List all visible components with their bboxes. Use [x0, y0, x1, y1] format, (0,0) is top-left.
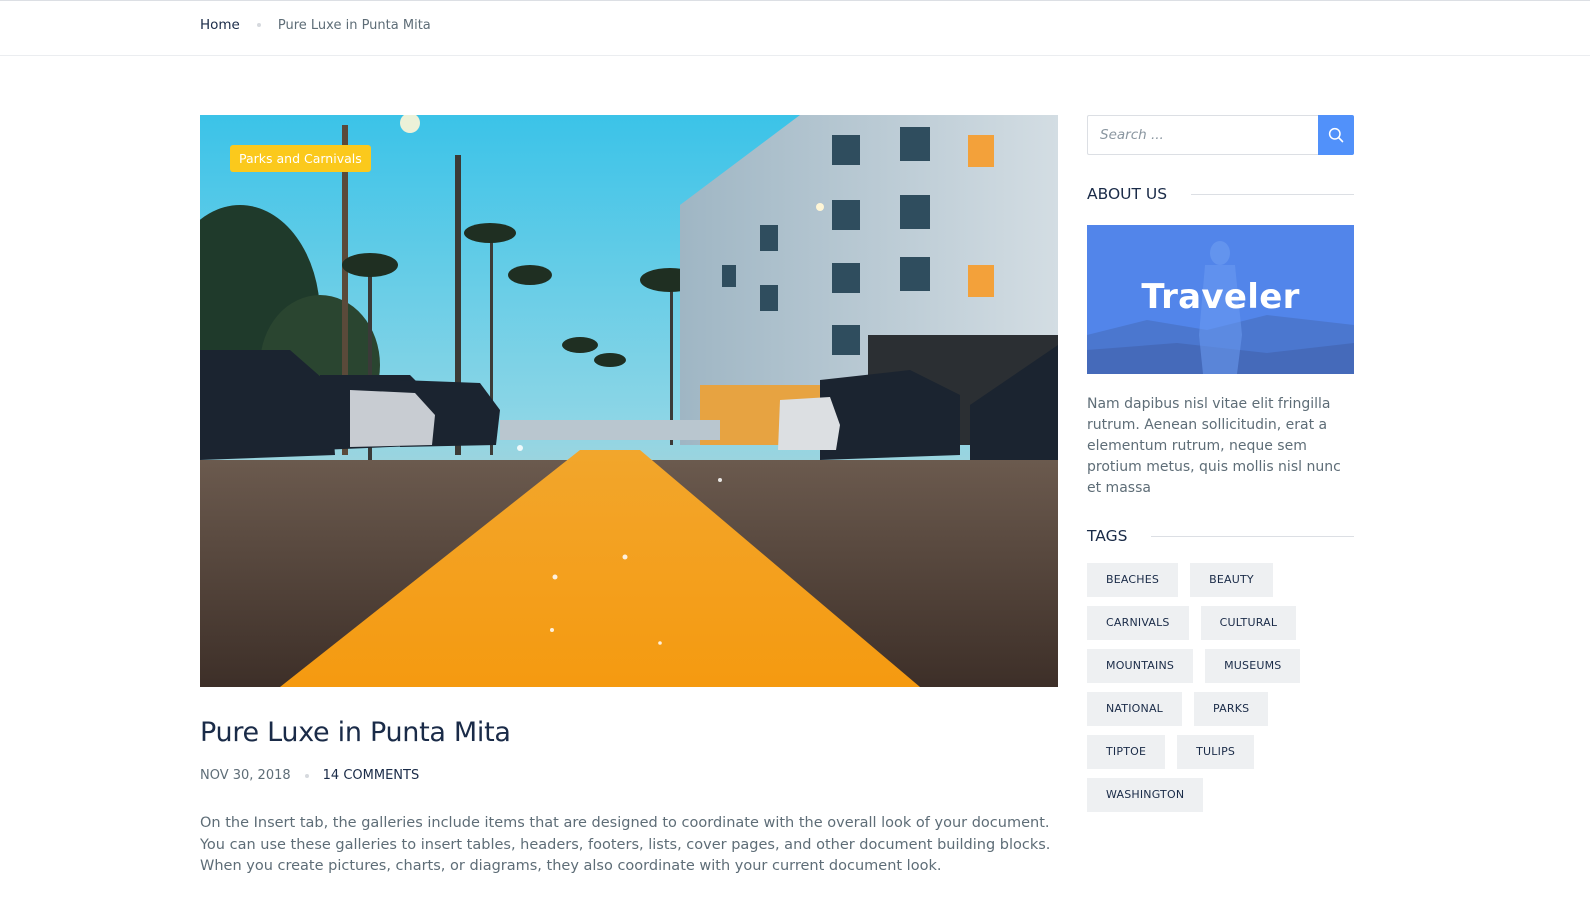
post-meta: NOV 30, 2018 14 COMMENTS — [200, 768, 1058, 783]
tags-heading: TAGS — [1087, 527, 1354, 545]
tag-parks[interactable]: PARKS — [1194, 692, 1269, 726]
tag-list: BEACHES BEAUTY CARNIVALS CULTURAL MOUNTA… — [1087, 563, 1354, 821]
sidebar: ABOUT US Traveler Nam dapibus nisl vitae… — [1087, 115, 1354, 821]
breadcrumb-current: Pure Luxe in Punta Mita — [277, 17, 431, 33]
breadcrumb-separator — [256, 23, 261, 27]
tag-washington[interactable]: WASHINGTON — [1087, 778, 1204, 812]
post-category-badge[interactable]: Parks and Carnivals — [230, 145, 371, 172]
search-icon — [1328, 127, 1344, 143]
about-us-title: ABOUT US — [1087, 185, 1168, 203]
post-column: Parks and Carnivals Pure Luxe in Punta M… — [200, 115, 1058, 878]
post-title: Pure Luxe in Punta Mita — [200, 717, 511, 748]
meta-separator — [304, 773, 309, 778]
street-photo — [200, 115, 1058, 687]
post-date: NOV 30, 2018 — [200, 768, 291, 783]
tag-cultural[interactable]: CULTURAL — [1200, 606, 1297, 640]
heading-divider — [1151, 535, 1354, 537]
about-us-text: Nam dapibus nisl vitae elit fringilla ru… — [1087, 396, 1341, 496]
search-button[interactable] — [1318, 115, 1354, 155]
breadcrumb-bar: Home Pure Luxe in Punta Mita — [0, 0, 1590, 56]
tag-carnivals[interactable]: CARNIVALS — [1087, 606, 1189, 640]
about-banner-text: Traveler — [1141, 277, 1300, 317]
tag-mountains[interactable]: MOUNTAINS — [1087, 649, 1194, 683]
breadcrumb-home-link[interactable]: Home — [200, 17, 240, 33]
search-input[interactable] — [1087, 115, 1318, 155]
tag-national[interactable]: NATIONAL — [1087, 692, 1183, 726]
post-hero-image[interactable]: Parks and Carnivals — [200, 115, 1058, 687]
breadcrumb: Home Pure Luxe in Punta Mita — [200, 17, 431, 33]
tag-tiptoe[interactable]: TIPTOE — [1087, 735, 1166, 769]
post-excerpt: On the Insert tab, the galleries include… — [200, 815, 1051, 874]
tag-tulips[interactable]: TULIPS — [1177, 735, 1255, 769]
search-form — [1087, 115, 1354, 155]
about-us-heading: ABOUT US — [1087, 185, 1354, 203]
tags-title: TAGS — [1087, 527, 1128, 545]
about-banner-image: Traveler — [1087, 225, 1354, 374]
tag-beauty[interactable]: BEAUTY — [1190, 563, 1273, 597]
heading-divider — [1191, 193, 1354, 195]
post-comments-link[interactable]: 14 COMMENTS — [323, 768, 420, 783]
tag-museums[interactable]: MUSEUMS — [1205, 649, 1301, 683]
tag-beaches[interactable]: BEACHES — [1087, 563, 1179, 597]
